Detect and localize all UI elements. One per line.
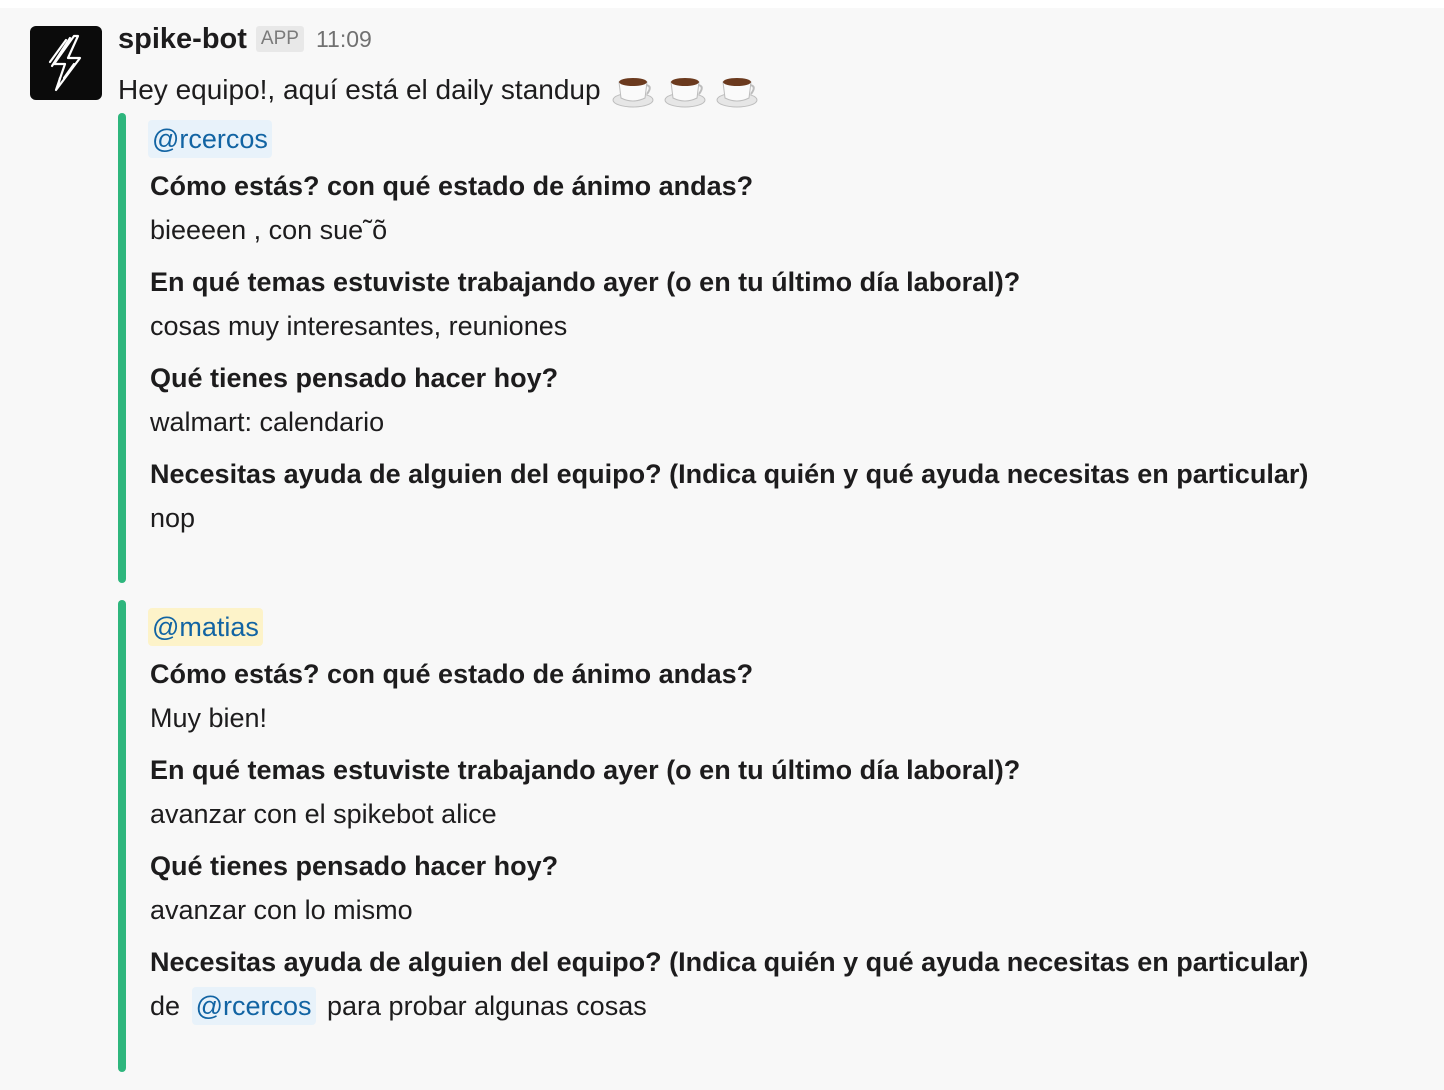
answer: Muy bien! <box>150 703 268 733</box>
standup-attachment: @matias Cómo estás? con qué estado de án… <box>118 600 1328 1072</box>
bot-name[interactable]: spike-bot <box>118 23 247 56</box>
question: En qué temas estuviste trabajando ayer (… <box>150 755 1021 785</box>
answer-prefix: de <box>150 991 181 1021</box>
standup-attachment: @rcercos Cómo estás? con qué estado de á… <box>118 113 1328 583</box>
bot-avatar[interactable] <box>30 26 102 100</box>
user-mention[interactable]: @matias <box>148 608 263 646</box>
answer: cosas muy interesantes, reuniones <box>150 311 568 341</box>
lightning-bolt-icon <box>48 34 82 92</box>
attachment-accent-bar <box>118 113 126 583</box>
intro-line: Hey equipo!, aquí está el daily standup <box>118 68 759 112</box>
question: Cómo estás? con qué estado de ánimo anda… <box>150 659 754 689</box>
question: Necesitas ayuda de alguien del equipo? (… <box>150 947 1309 977</box>
intro-text: Hey equipo!, aquí está el daily standup <box>118 74 601 105</box>
message: spike-bot APP 11:09 Hey equipo!, aquí es… <box>0 8 1444 1090</box>
attachment-accent-bar <box>118 600 126 1072</box>
question: En qué temas estuviste trabajando ayer (… <box>150 267 1021 297</box>
app-badge: APP <box>255 26 304 52</box>
answer: bieeeen , con sue˜õ <box>150 215 388 245</box>
answer: avanzar con lo mismo <box>150 895 413 925</box>
question: Qué tienes pensado hacer hoy? <box>150 363 559 393</box>
answer: de @rcercos para probar algunas cosas <box>150 984 1328 1028</box>
coffee-icon <box>663 70 707 110</box>
coffee-icon <box>611 70 655 110</box>
user-mention[interactable]: @rcercos <box>191 987 316 1025</box>
timestamp[interactable]: 11:09 <box>316 26 372 53</box>
answer: avanzar con el spikebot alice <box>150 799 497 829</box>
answer: nop <box>150 503 196 533</box>
user-mention[interactable]: @rcercos <box>148 120 272 158</box>
answer-suffix: para probar algunas cosas <box>327 991 647 1021</box>
answer: walmart: calendario <box>150 407 385 437</box>
message-header: spike-bot APP 11:09 <box>118 22 372 56</box>
coffee-icon <box>715 70 759 110</box>
question: Cómo estás? con qué estado de ánimo anda… <box>150 171 754 201</box>
question: Necesitas ayuda de alguien del equipo? (… <box>150 459 1309 489</box>
question: Qué tienes pensado hacer hoy? <box>150 851 559 881</box>
